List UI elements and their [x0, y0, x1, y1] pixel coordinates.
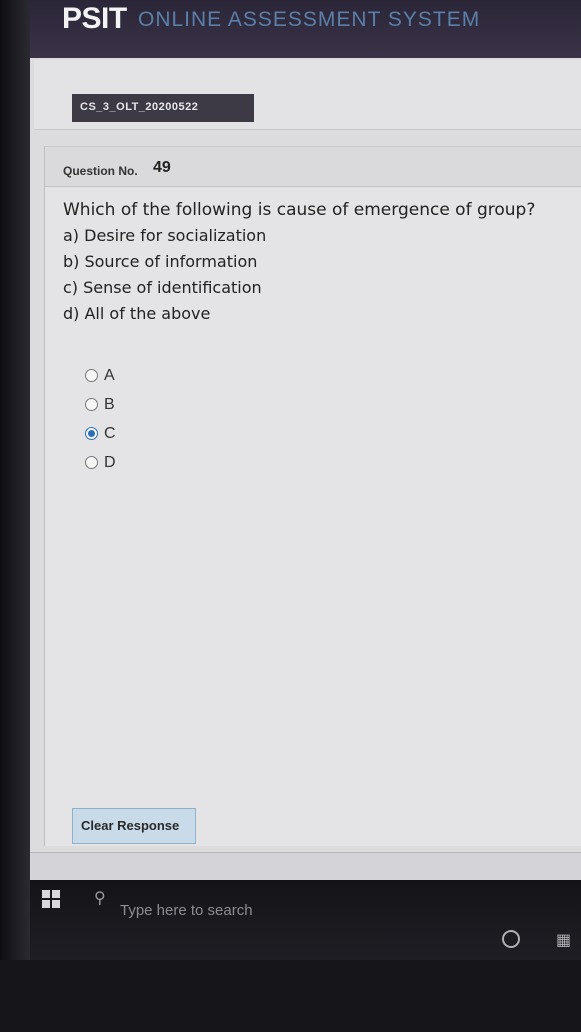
browser-screen: PSIT ONLINE ASSESSMENT SYSTEM CS_3_OLT_2… — [30, 0, 581, 880]
app-logo: PSIT — [62, 2, 127, 35]
option-text-c: c) Sense of identification — [63, 278, 262, 297]
option-text-b: b) Source of information — [63, 252, 258, 271]
panel-footer — [30, 852, 581, 880]
answer-radio-group: A B C D — [85, 361, 116, 477]
monitor-bottom-bezel — [0, 960, 581, 1032]
answer-option-a[interactable]: A — [85, 361, 116, 390]
option-text-a: a) Desire for socialization — [63, 226, 267, 245]
answer-option-d[interactable]: D — [85, 448, 116, 477]
windows-icon[interactable] — [42, 890, 60, 908]
answer-label-a: A — [104, 366, 115, 384]
cortana-icon[interactable] — [502, 930, 520, 948]
radio-d[interactable] — [85, 456, 98, 469]
radio-b[interactable] — [85, 398, 98, 411]
app-header: PSIT ONLINE ASSESSMENT SYSTEM — [30, 0, 581, 58]
question-panel: Question No. 49 Which of the following i… — [44, 146, 581, 846]
question-number-label: Question No. — [63, 164, 138, 178]
question-number: 49 — [153, 159, 171, 176]
question-header: Question No. 49 — [45, 147, 581, 187]
app-logo-subtitle: ONLINE ASSESSMENT SYSTEM — [138, 8, 481, 31]
answer-label-b: B — [104, 395, 115, 413]
exam-code-tab[interactable]: CS_3_OLT_20200522 — [72, 94, 254, 122]
search-icon[interactable]: ⚲ — [94, 888, 106, 907]
question-body: Which of the following is cause of emerg… — [63, 197, 573, 327]
windows-taskbar: ⚲ Type here to search ▦ — [30, 880, 581, 960]
answer-option-b[interactable]: B — [85, 390, 116, 419]
option-text-d: d) All of the above — [63, 304, 211, 323]
taskbar-search-input[interactable]: Type here to search — [120, 902, 253, 919]
question-text: Which of the following is cause of emerg… — [63, 200, 536, 220]
clear-response-button[interactable]: Clear Response — [72, 808, 196, 844]
exam-bar: CS_3_OLT_20200522 — [34, 60, 581, 130]
radio-a[interactable] — [85, 369, 98, 382]
answer-option-c[interactable]: C — [85, 419, 116, 448]
answer-label-c: C — [104, 424, 116, 442]
task-view-icon[interactable]: ▦ — [556, 930, 571, 949]
monitor-bezel — [0, 0, 30, 1032]
radio-c-selected[interactable] — [85, 427, 98, 440]
answer-label-d: D — [104, 453, 116, 471]
